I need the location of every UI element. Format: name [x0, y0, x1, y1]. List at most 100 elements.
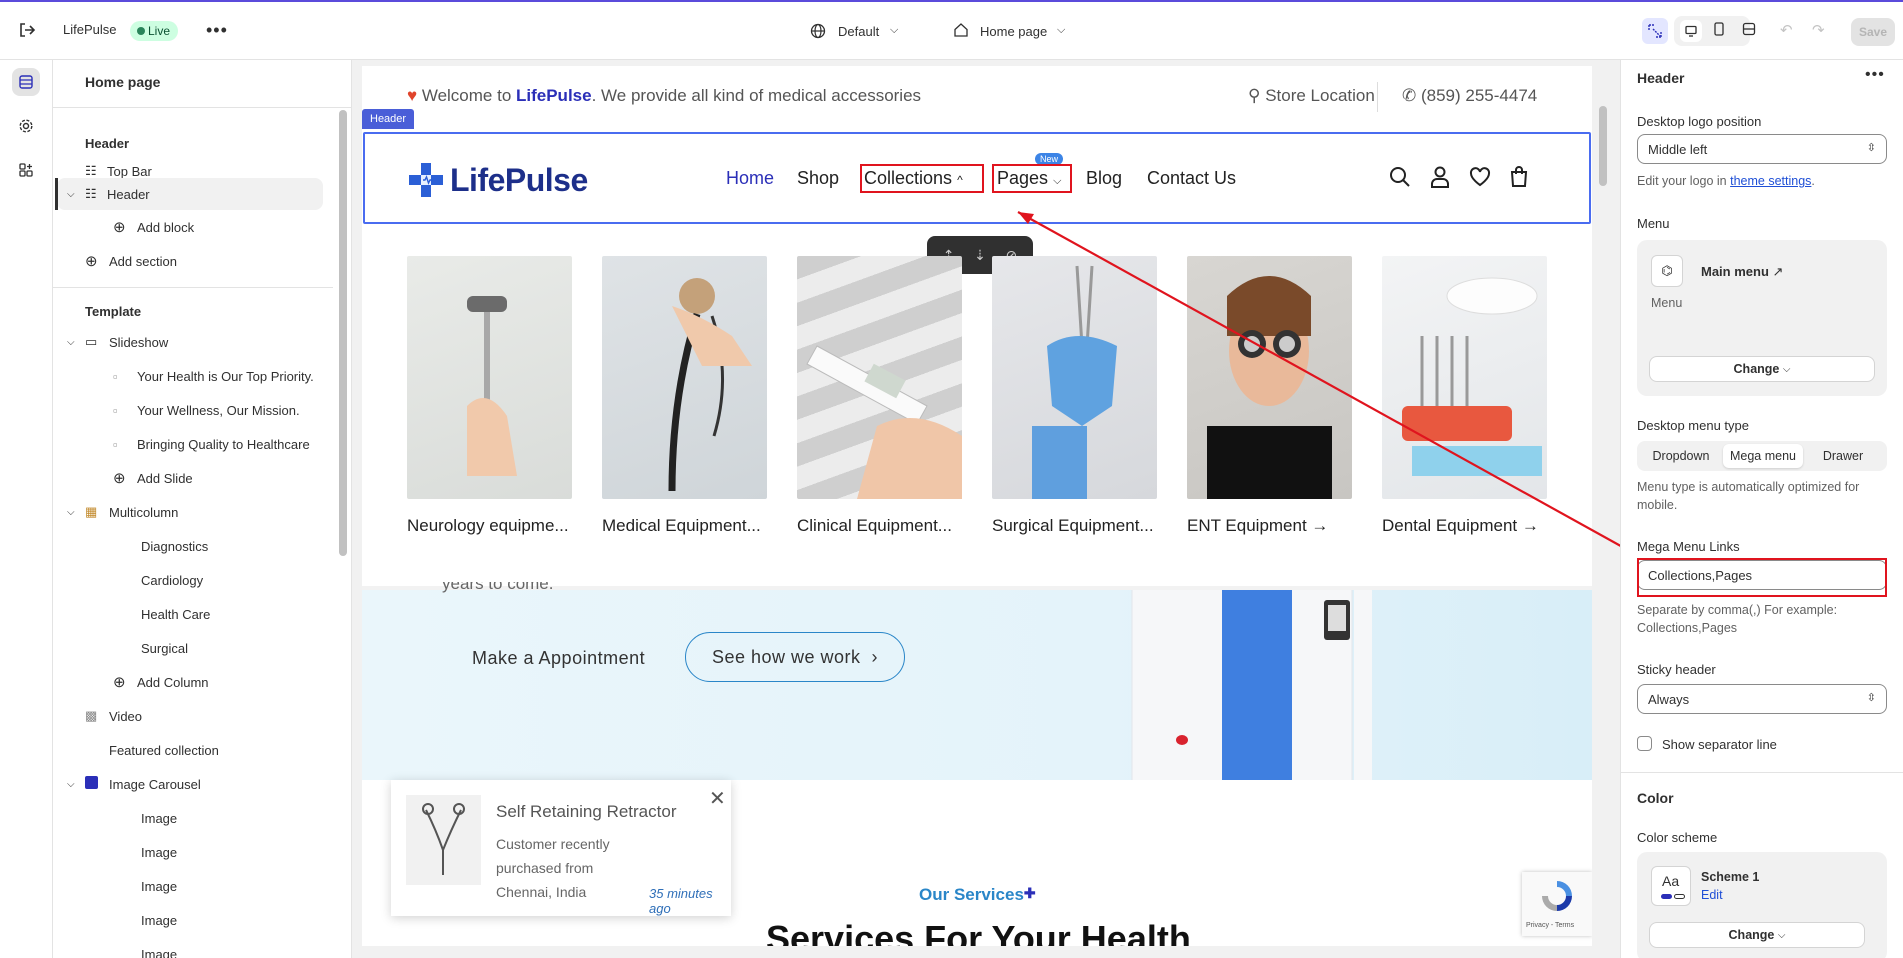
tree-item-column[interactable]: Diagnostics: [53, 531, 323, 561]
segment-mega-menu[interactable]: Mega menu: [1723, 444, 1803, 468]
add-block-button[interactable]: ⊕ Add block: [53, 212, 323, 242]
nav-blog[interactable]: Blog: [1086, 168, 1122, 189]
nav-contact[interactable]: Contact Us: [1147, 168, 1236, 189]
desktop-icon[interactable]: [1680, 20, 1702, 42]
inspector-icon[interactable]: [1642, 18, 1668, 44]
full-width-icon[interactable]: [1742, 22, 1756, 36]
change-scheme-button[interactable]: Change ⌵: [1649, 922, 1865, 948]
account-icon[interactable]: [1430, 166, 1450, 188]
store-location-link[interactable]: ⚲ Store Location: [1248, 86, 1375, 106]
multicolumn-icon: ▦: [85, 504, 98, 519]
mega-menu-card[interactable]: Dental Equipment →: [1382, 256, 1547, 535]
tree-item-slide[interactable]: ▫ Bringing Quality to Healthcare: [53, 429, 323, 459]
add-circle-icon: ⊕: [113, 674, 126, 691]
tree-item-slideshow[interactable]: ⌵ ▭ Slideshow: [53, 327, 323, 357]
search-icon[interactable]: [1389, 166, 1411, 188]
scrollbar-thumb[interactable]: [339, 110, 347, 556]
section-tag[interactable]: Header: [362, 109, 415, 129]
scrollbar-thumb[interactable]: [1599, 106, 1607, 186]
mega-menu-card[interactable]: Surgical Equipment...: [992, 256, 1157, 535]
mega-menu-card[interactable]: Medical Equipment...: [602, 256, 767, 535]
canvas-scrollbar[interactable]: [1596, 60, 1610, 958]
logo-icon[interactable]: [407, 161, 445, 199]
theme-selector[interactable]: Default: [838, 24, 879, 39]
mega-menu-card[interactable]: ENT Equipment →: [1187, 256, 1352, 535]
product-image: [602, 256, 767, 499]
logo-text[interactable]: LifePulse: [450, 162, 588, 199]
nav-home[interactable]: Home: [726, 168, 774, 189]
more-icon[interactable]: •••: [1865, 66, 1885, 84]
add-section-button[interactable]: ⊕ Add section: [53, 246, 323, 276]
add-circle-icon: ⊕: [113, 470, 126, 487]
chevron-down-icon[interactable]: ⌵: [67, 337, 85, 348]
group-template: Template: [85, 303, 142, 319]
separator-checkbox[interactable]: [1637, 736, 1652, 751]
mega-menu-card[interactable]: Clinical Equipment...: [797, 256, 962, 535]
tree-item-column[interactable]: Surgical: [53, 633, 323, 663]
tree-item-slide[interactable]: ▫ Your Health is Our Top Priority.: [53, 361, 323, 391]
sparkle-icon: ✚: [1023, 885, 1036, 901]
chevron-down-icon[interactable]: ⌵: [67, 189, 85, 200]
recent-purchase-popup: Self Retaining Retractor Customer recent…: [391, 780, 731, 916]
phone-link[interactable]: ✆ (859) 255-4474: [1402, 86, 1537, 106]
tree-item-column[interactable]: Health Care: [53, 599, 323, 629]
change-menu-button[interactable]: Change ⌵: [1649, 356, 1875, 382]
theme-settings-link[interactable]: theme settings: [1730, 174, 1811, 188]
move-down-icon[interactable]: ⇣: [974, 247, 986, 264]
tree-item-image-carousel[interactable]: ⌵ Image Carousel: [53, 769, 323, 799]
cart-bag-icon[interactable]: [1510, 165, 1528, 187]
tree-item-multicolumn[interactable]: ⌵ ▦ Multicolumn: [53, 497, 323, 527]
undo-icon[interactable]: ↶: [1780, 21, 1793, 39]
logo-position-select[interactable]: Middle left ⇳: [1637, 134, 1887, 164]
recaptcha-links[interactable]: Privacy - Terms: [1526, 922, 1574, 929]
swatch-dot: [1674, 894, 1685, 899]
mega-menu-card[interactable]: Neurology equipme...: [407, 256, 572, 535]
page-selector[interactable]: Home page: [980, 24, 1047, 39]
appointment-button[interactable]: Make a Appointment: [472, 648, 645, 669]
chevron-down-icon[interactable]: ⌵: [890, 24, 898, 37]
recaptcha-badge[interactable]: Privacy - Terms: [1522, 872, 1592, 936]
tree-item-video[interactable]: ▩ Video: [53, 701, 323, 731]
more-icon[interactable]: •••: [206, 20, 228, 41]
chevron-down-icon[interactable]: ⌵: [1057, 24, 1065, 37]
see-how-we-work-button[interactable]: See how we work ›: [685, 632, 905, 682]
mobile-icon[interactable]: [1714, 22, 1724, 36]
tree-item-image[interactable]: Image: [53, 803, 323, 833]
tree-item-image[interactable]: Image: [53, 837, 323, 867]
chevron-down-icon[interactable]: ⌵: [67, 779, 85, 790]
menu-sub: Menu: [1651, 296, 1683, 310]
redo-icon[interactable]: ↷: [1812, 21, 1825, 39]
carousel-icon: [85, 776, 109, 792]
live-badge: Live: [130, 21, 179, 41]
segment-drawer[interactable]: Drawer: [1803, 444, 1883, 468]
scheme-sample: Aa: [1662, 873, 1680, 889]
apps-icon[interactable]: [12, 156, 40, 184]
tree-item-image[interactable]: Image: [53, 939, 323, 958]
sections-icon[interactable]: [12, 68, 40, 96]
nav-shop[interactable]: Shop: [797, 168, 839, 189]
add-column-button[interactable]: ⊕ Add Column: [53, 667, 323, 697]
tree-item-slide[interactable]: ▫ Your Wellness, Our Mission.: [53, 395, 323, 425]
tree-item-header-selected[interactable]: ⌵ ☷ Header: [57, 178, 323, 210]
scheme-edit-link[interactable]: Edit: [1701, 888, 1723, 902]
external-link-icon[interactable]: ↗: [1773, 264, 1784, 279]
add-slide-button[interactable]: ⊕ Add Slide: [53, 463, 323, 493]
menu-name[interactable]: Main menu ↗: [1701, 264, 1783, 280]
tree-item-column[interactable]: Cardiology: [53, 565, 323, 595]
popup-product-name[interactable]: Self Retaining Retractor: [496, 802, 676, 822]
menu-label: Menu: [1637, 216, 1670, 231]
tree-item-featured-collection[interactable]: Featured collection: [53, 735, 323, 765]
wishlist-heart-icon[interactable]: [1469, 167, 1491, 187]
segment-dropdown[interactable]: Dropdown: [1641, 444, 1721, 468]
chevron-down-icon: ⌵: [1782, 363, 1791, 375]
chevron-down-icon[interactable]: ⌵: [67, 507, 85, 518]
add-circle-icon: ⊕: [113, 219, 126, 236]
logo-help: Edit your logo in theme settings.: [1637, 174, 1815, 188]
tree-item-image[interactable]: Image: [53, 905, 323, 935]
gear-icon[interactable]: [12, 112, 40, 140]
exit-icon[interactable]: [18, 21, 36, 39]
sticky-select[interactable]: Always ⇳: [1637, 684, 1887, 714]
close-icon[interactable]: ✕: [709, 786, 726, 811]
tree-item-image[interactable]: Image: [53, 871, 323, 901]
save-button[interactable]: Save: [1851, 18, 1895, 46]
